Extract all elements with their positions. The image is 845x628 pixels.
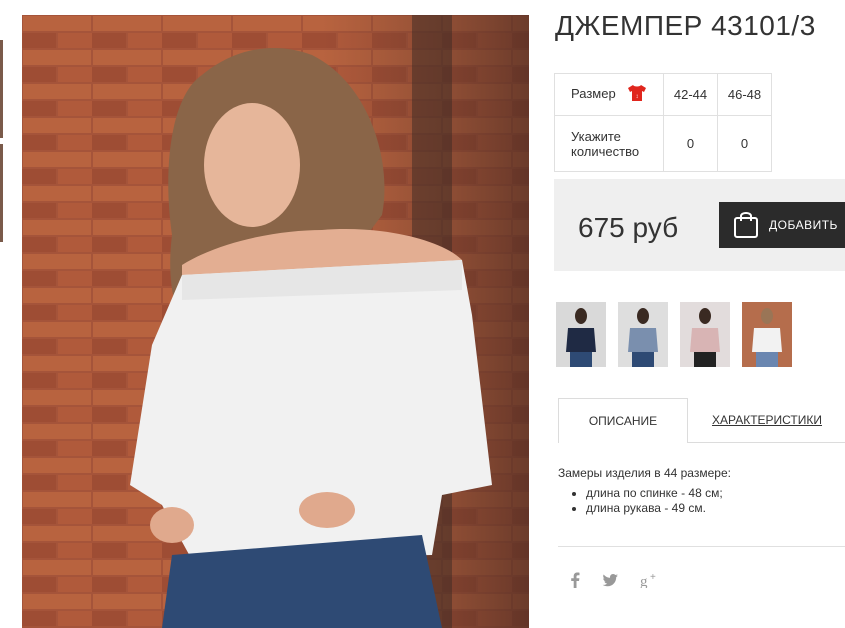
description-item: длина рукава - 49 см. — [586, 501, 731, 516]
add-to-cart-label: ДОБАВИТЬ — [769, 218, 838, 232]
tshirt-size-chart-icon[interactable]: ↕ — [627, 84, 647, 105]
side-thumbnail[interactable] — [0, 40, 3, 138]
svg-text:g: g — [640, 574, 648, 588]
social-share: g + — [570, 572, 660, 592]
size-option-46-48[interactable]: 46-48 — [717, 73, 772, 116]
description-list: длина по спинке - 48 см; длина рукава - … — [586, 486, 731, 516]
product-description: Замеры изделия в 44 размере: длина по сп… — [558, 466, 731, 516]
size-option-42-44[interactable]: 42-44 — [663, 73, 718, 116]
section-divider — [558, 546, 845, 547]
description-intro: Замеры изделия в 44 размере: — [558, 466, 731, 480]
svg-text:↕: ↕ — [636, 94, 639, 100]
main-product-photo[interactable] — [22, 15, 529, 628]
size-quantity-table: Размер ↕ 42-44 46-48 Укажите количество … — [554, 73, 772, 172]
google-plus-icon[interactable]: g + — [640, 572, 660, 592]
color-variant-navy[interactable] — [556, 302, 606, 367]
tab-description[interactable]: ОПИСАНИЕ — [558, 398, 688, 443]
side-thumbnail-strip[interactable] — [0, 40, 3, 248]
size-row-label: Размер ↕ — [554, 73, 664, 116]
side-thumbnail[interactable] — [0, 144, 3, 242]
color-variant-blue-grey[interactable] — [618, 302, 668, 367]
quantity-input-42-44[interactable]: 0 — [663, 115, 718, 172]
shopping-bag-icon — [733, 209, 759, 242]
price-box: 675 руб ДОБАВИТЬ — [554, 179, 845, 271]
quantity-row-label: Укажите количество — [554, 115, 664, 172]
quantity-input-46-48[interactable]: 0 — [717, 115, 772, 172]
product-photo-image — [22, 15, 529, 628]
description-item: длина по спинке - 48 см; — [586, 486, 731, 501]
color-variant-pink[interactable] — [680, 302, 730, 367]
product-title: ДЖЕМПЕР 43101/3 — [555, 10, 816, 41]
product-page: ДЖЕМПЕР 43101/3 Размер ↕ 42-44 46-48 Ука… — [0, 0, 845, 628]
color-variant-white[interactable] — [742, 302, 792, 367]
product-price: 675 руб — [578, 212, 679, 243]
tabs-divider — [688, 442, 845, 443]
facebook-icon[interactable] — [570, 572, 580, 592]
tab-characteristics[interactable]: ХАРАКТЕРИСТИКИ — [712, 413, 822, 427]
product-tabs: ОПИСАНИЕ ХАРАКТЕРИСТИКИ — [558, 398, 845, 443]
svg-text:+: + — [650, 572, 656, 583]
color-variant-list — [556, 302, 792, 367]
add-to-cart-button[interactable]: ДОБАВИТЬ — [719, 202, 845, 248]
twitter-icon[interactable] — [602, 573, 618, 591]
